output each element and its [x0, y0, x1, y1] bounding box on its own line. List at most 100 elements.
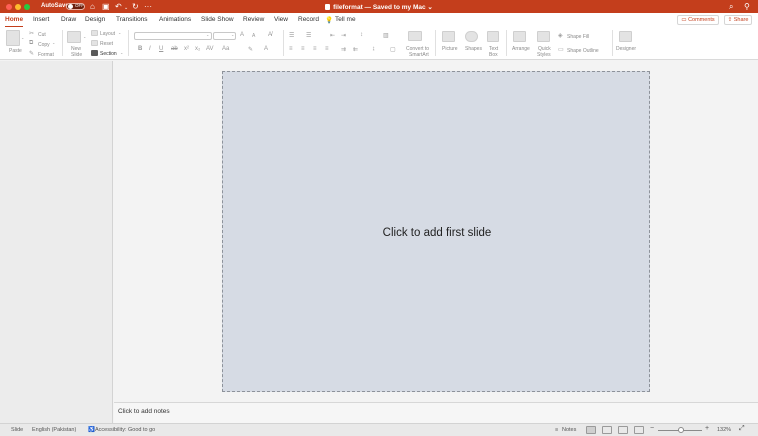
zoom-in-icon[interactable]: +: [705, 425, 709, 432]
increase-indent-icon[interactable]: ⇥: [341, 32, 346, 39]
cut-icon[interactable]: ✂: [29, 30, 34, 37]
comments-button[interactable]: ▭ Comments: [677, 15, 719, 25]
format-painter-icon[interactable]: ✎: [29, 50, 34, 57]
tab-animations[interactable]: Animations: [159, 16, 191, 23]
align-center-icon[interactable]: ≡: [301, 46, 305, 52]
paste-dropdown-icon[interactable]: ⌄: [21, 35, 24, 40]
slide-sorter-view-button[interactable]: [602, 426, 612, 434]
text-box-options-icon[interactable]: ▢: [390, 46, 396, 53]
document-title[interactable]: fileformat — Saved to my Mac ⌄: [0, 3, 758, 11]
change-case-icon[interactable]: Aa: [222, 46, 229, 52]
share-button[interactable]: ⇪ Share: [724, 15, 752, 25]
align-right-icon[interactable]: ≡: [313, 46, 317, 52]
tab-review[interactable]: Review: [243, 16, 264, 23]
shape-outline-label[interactable]: Shape Outline: [567, 48, 599, 54]
section-dropdown-icon[interactable]: ⌄: [120, 50, 123, 55]
new-slide-icon[interactable]: [67, 31, 81, 43]
font-size-dropdown-icon[interactable]: ⌄: [231, 32, 234, 37]
bold-icon[interactable]: B: [138, 46, 142, 52]
quick-styles-icon[interactable]: [537, 31, 550, 42]
designer-label[interactable]: Designer: [616, 46, 636, 52]
copy-icon[interactable]: ⧉: [29, 40, 33, 47]
accessibility-status[interactable]: Accessibility: Good to go: [95, 427, 155, 433]
arrange-icon[interactable]: [513, 31, 526, 42]
shapes-icon[interactable]: [465, 31, 478, 42]
text-box-label-2[interactable]: Box: [489, 52, 498, 58]
layout-dropdown-icon[interactable]: ⌄: [118, 30, 121, 35]
tab-record[interactable]: Record: [298, 16, 319, 23]
increase-font-size-icon[interactable]: A: [240, 32, 244, 38]
slide-show-button[interactable]: [634, 426, 644, 434]
align-text-icon[interactable]: ↨: [372, 46, 375, 52]
text-direction-icon[interactable]: ⇉: [341, 46, 346, 53]
account-icon[interactable]: ⚲: [744, 2, 750, 11]
shape-fill-label[interactable]: Shape Fill: [567, 34, 589, 40]
new-slide-dropdown-icon[interactable]: ⌄: [83, 34, 86, 39]
highlight-color-icon[interactable]: ✎: [248, 46, 253, 53]
justify-icon[interactable]: ≡: [325, 46, 329, 52]
convert-smartart-label-2[interactable]: SmartArt: [409, 52, 429, 58]
tab-draw[interactable]: Draw: [61, 16, 76, 23]
slide-placeholder-area[interactable]: Click to add first slide: [222, 71, 650, 392]
paste-icon[interactable]: [6, 30, 20, 46]
picture-icon[interactable]: [442, 31, 455, 42]
language-indicator[interactable]: English (Pakistan): [32, 427, 76, 433]
reset-icon[interactable]: [91, 40, 98, 46]
designer-icon[interactable]: [619, 31, 632, 42]
numbering-icon[interactable]: ☰: [306, 32, 311, 39]
font-name-input[interactable]: ⌄: [134, 32, 212, 40]
italic-icon[interactable]: I: [149, 46, 151, 52]
line-spacing-icon[interactable]: ↕: [360, 32, 363, 38]
zoom-out-icon[interactable]: −: [650, 425, 654, 432]
underline-icon[interactable]: U: [159, 46, 163, 52]
add-notes-text[interactable]: Click to add notes: [118, 408, 170, 415]
picture-label[interactable]: Picture: [442, 46, 458, 52]
font-dropdown-icon[interactable]: ⌄: [206, 32, 209, 37]
tab-view[interactable]: View: [274, 16, 288, 23]
clear-formatting-icon[interactable]: A̸: [268, 32, 272, 38]
tab-design[interactable]: Design: [85, 16, 105, 23]
reading-view-button[interactable]: [618, 426, 628, 434]
subscript-icon[interactable]: x₂: [195, 46, 200, 52]
zoom-slider-knob[interactable]: [678, 427, 684, 433]
columns-icon[interactable]: ▥: [383, 32, 389, 39]
superscript-icon[interactable]: x²: [184, 46, 189, 52]
fit-to-window-icon[interactable]: ⤢: [739, 425, 745, 433]
layout-label[interactable]: Layout: [100, 31, 115, 37]
decrease-indent-icon[interactable]: ⇤: [330, 32, 335, 39]
tell-me-search[interactable]: Tell me: [335, 16, 356, 23]
notes-pane[interactable]: Click to add notes: [114, 402, 758, 423]
normal-view-button[interactable]: [586, 426, 596, 434]
character-spacing-icon[interactable]: AV: [206, 46, 214, 52]
tab-home[interactable]: Home: [5, 16, 23, 23]
decrease-font-size-icon[interactable]: A: [252, 33, 255, 39]
notes-toggle[interactable]: Notes: [562, 427, 576, 433]
align-left-icon[interactable]: ≡: [289, 46, 293, 52]
add-first-slide-text[interactable]: Click to add first slide: [223, 227, 651, 239]
accessibility-icon[interactable]: ♿: [88, 427, 95, 433]
font-color-icon[interactable]: A: [264, 46, 268, 52]
section-icon[interactable]: [91, 50, 98, 56]
strikethrough-icon[interactable]: ab: [171, 46, 178, 52]
shapes-label[interactable]: Shapes: [465, 46, 482, 52]
format-painter-label[interactable]: Format: [38, 52, 54, 58]
layout-icon[interactable]: [91, 30, 98, 36]
zoom-level[interactable]: 132%: [717, 427, 731, 433]
smartart-icon[interactable]: [408, 31, 422, 41]
copy-dropdown-icon[interactable]: ⌄: [52, 40, 55, 45]
bullets-icon[interactable]: ☰: [289, 32, 294, 39]
slide-thumbnail-pane[interactable]: [0, 61, 113, 423]
reset-label[interactable]: Reset: [100, 41, 113, 47]
quick-styles-label-2[interactable]: Styles: [537, 52, 551, 58]
section-label[interactable]: Section: [100, 51, 117, 57]
arrange-label[interactable]: Arrange: [512, 46, 530, 52]
tab-slide-show[interactable]: Slide Show: [201, 16, 234, 23]
tab-transitions[interactable]: Transitions: [116, 16, 148, 23]
tab-insert[interactable]: Insert: [33, 16, 49, 23]
notes-icon[interactable]: ≡: [555, 427, 558, 433]
cut-label[interactable]: Cut: [38, 32, 46, 38]
search-icon[interactable]: ⌕: [729, 2, 733, 11]
shape-fill-icon[interactable]: ◈: [558, 32, 563, 39]
rtl-icon[interactable]: ⇇: [353, 46, 358, 53]
font-size-input[interactable]: ⌄: [213, 32, 236, 40]
